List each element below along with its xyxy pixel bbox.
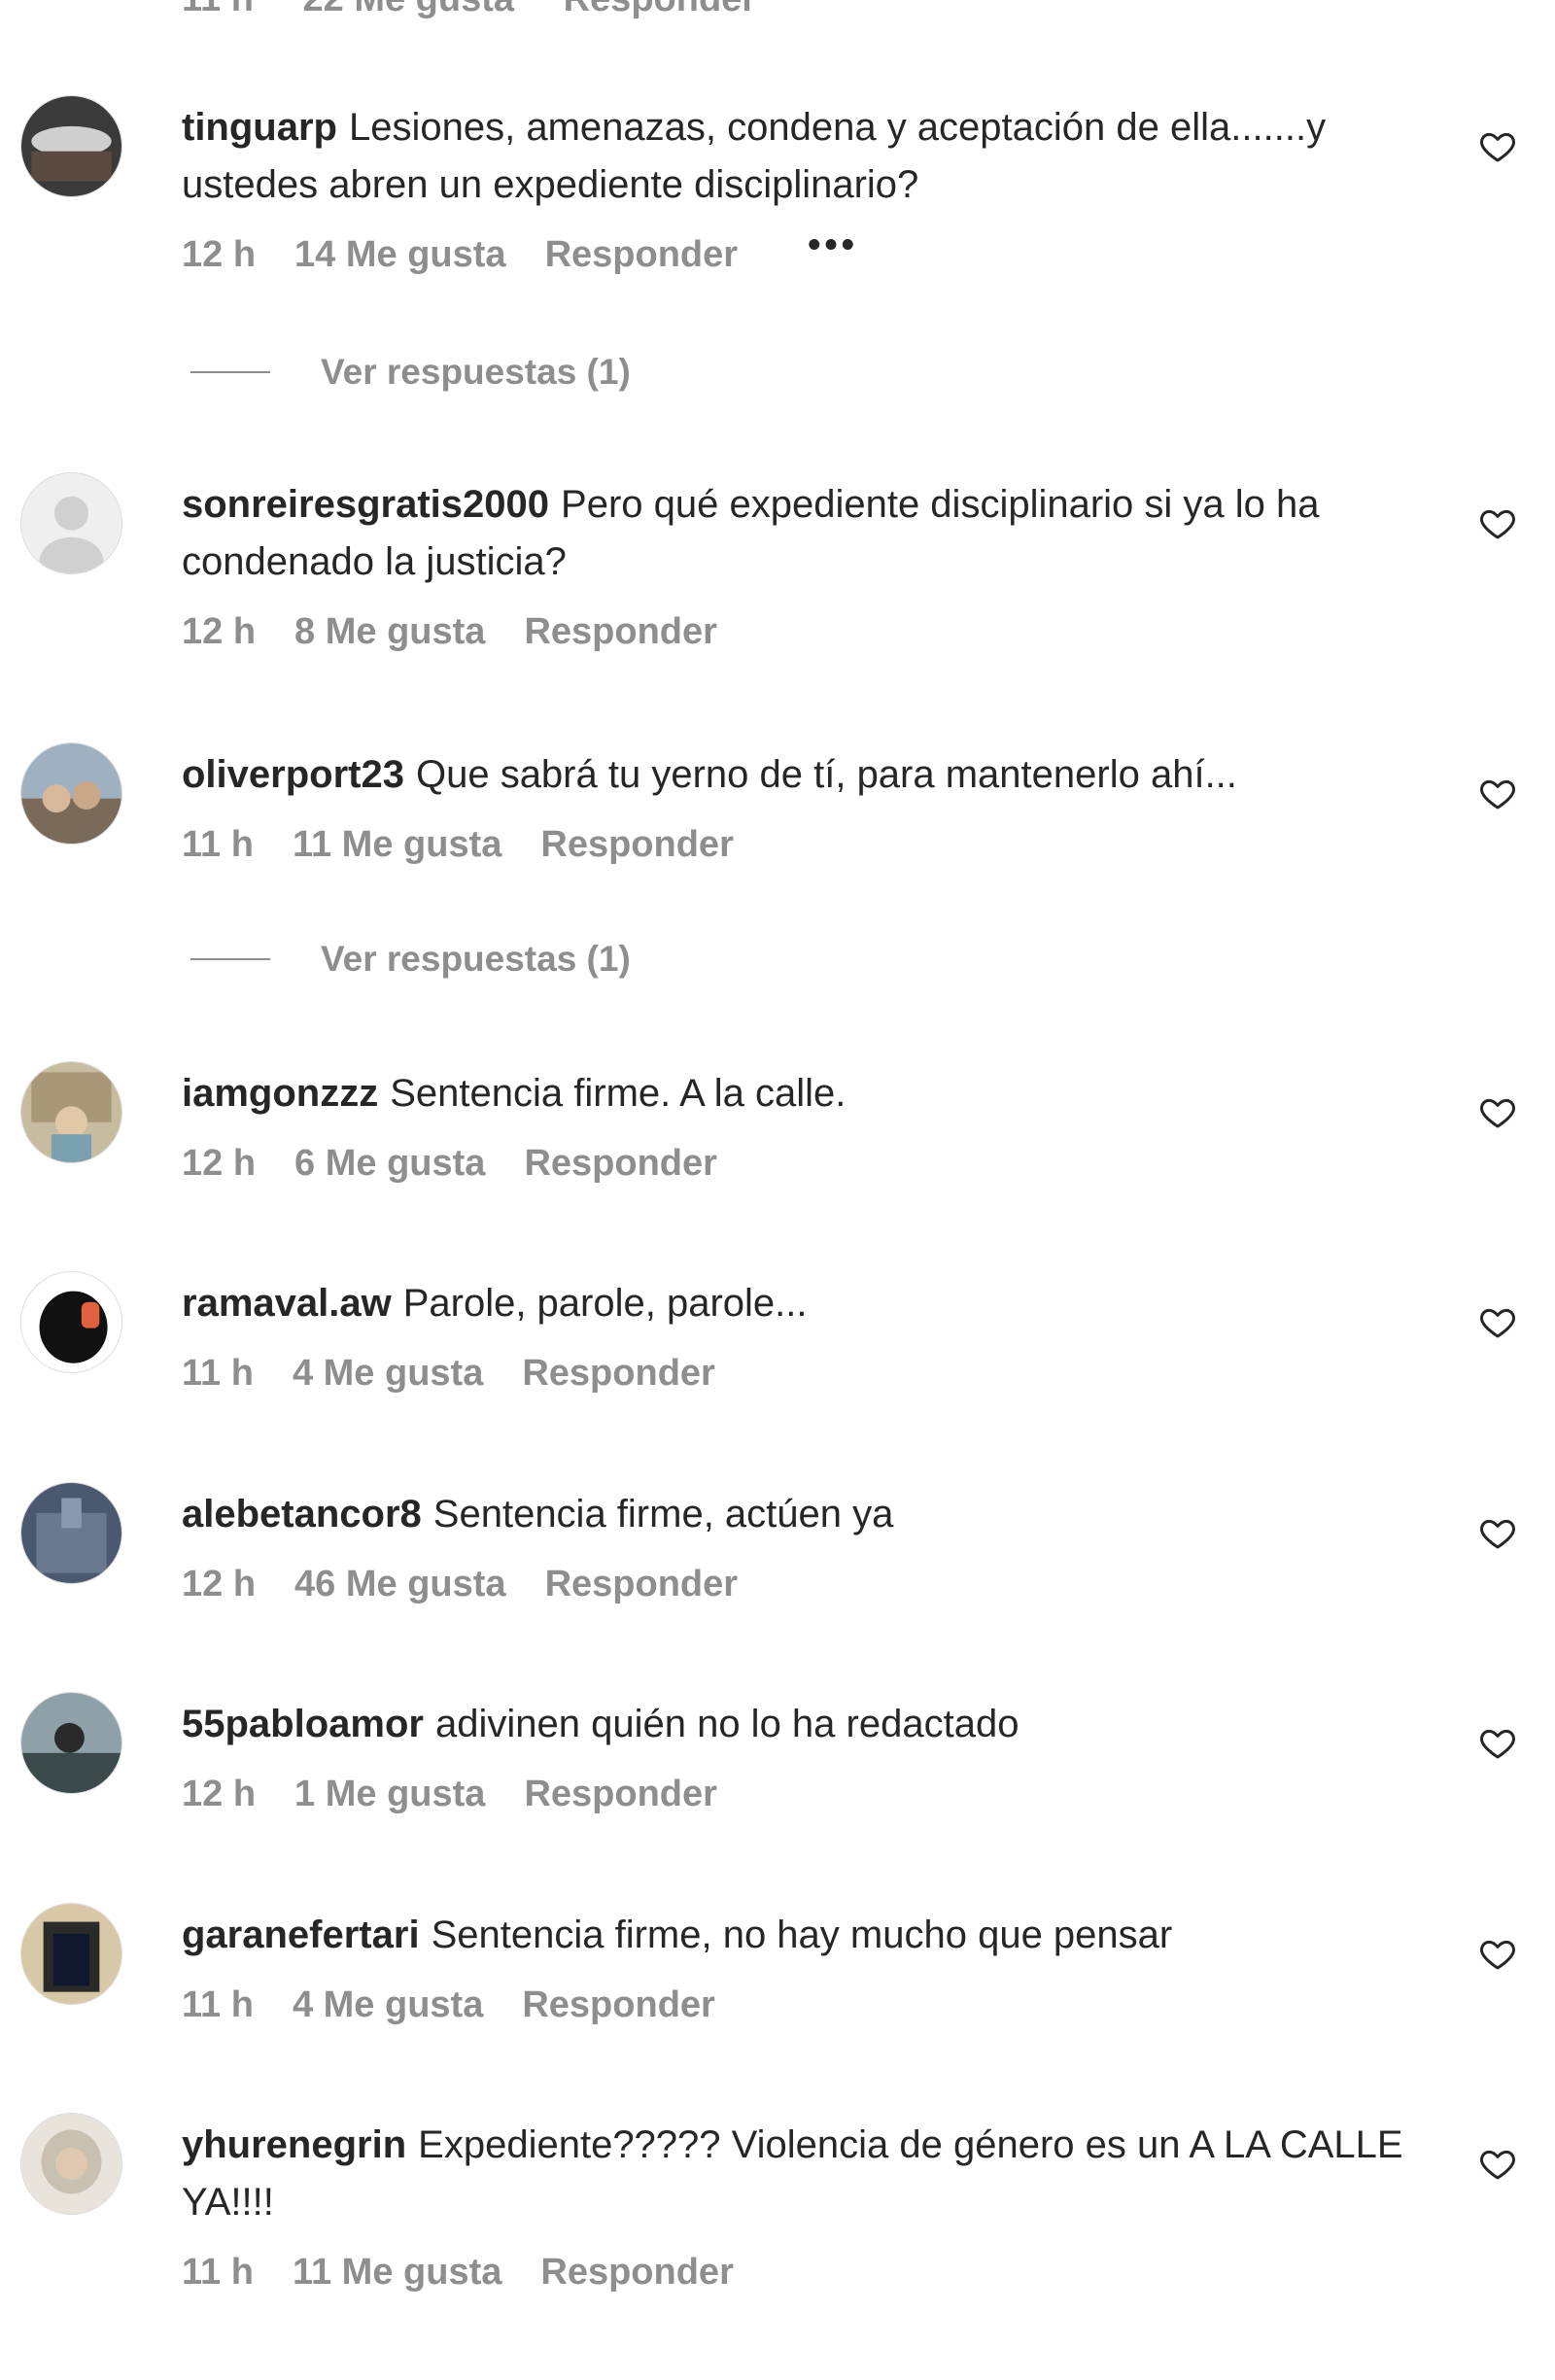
reply-button[interactable]: Responder (540, 823, 733, 866)
comment-username[interactable]: sonreiresgratis2000 (182, 483, 549, 526)
reply-button[interactable]: Responder (524, 1142, 716, 1185)
comment-meta: 12 h 1 Me gusta Responder (182, 1773, 1416, 1815)
comment-text: garanefertari Sentencia firme, no hay muc… (182, 1907, 1416, 1964)
heart-outline-icon[interactable] (1478, 126, 1517, 165)
comment-likes[interactable]: 11 Me gusta (293, 2251, 501, 2294)
comment-meta: 11 h 11 Me gusta Responder (182, 823, 1416, 866)
heart-outline-icon[interactable] (1478, 774, 1517, 812)
comment-time: 11 h (182, 1353, 254, 1394)
comment-text: oliverport23 Que sabrá tu yerno de tí, pa… (182, 746, 1416, 804)
divider (190, 371, 270, 373)
reply-button[interactable]: Responder (564, 0, 756, 19)
heart-outline-icon[interactable] (1478, 1513, 1517, 1552)
comment-meta: 11 h 11 Me gusta Responder (182, 2251, 1416, 2294)
comment-username[interactable]: alebetancor8 (182, 1493, 422, 1535)
comment-body: Sentencia firme, actúen ya (432, 1493, 894, 1535)
comment-username[interactable]: yhurenegrin (182, 2123, 406, 2166)
comment-username[interactable]: iamgonzzz (182, 1072, 378, 1115)
comment-username[interactable]: ramaval.aw (182, 1282, 392, 1325)
avatar[interactable] (20, 1482, 122, 1584)
comment-text: ramaval.aw Parole, parole, parole... (182, 1275, 1416, 1332)
comment-likes[interactable]: 8 Me gusta (294, 610, 485, 653)
comment-meta: 11 h 4 Me gusta Responder (182, 1352, 1416, 1395)
comment-time: 12 h (182, 1564, 257, 1604)
comment-body: Que sabrá tu yerno de tí, para mantenerl… (415, 753, 1237, 796)
comment-time: 11 h (182, 824, 254, 865)
reply-button[interactable]: Responder (545, 1563, 738, 1605)
heart-outline-icon[interactable] (1478, 1934, 1517, 1973)
reply-button[interactable]: Responder (524, 610, 716, 653)
comment-likes[interactable]: 6 Me gusta (294, 1142, 485, 1185)
comment-username[interactable]: oliverport23 (182, 753, 404, 796)
reply-button[interactable]: Responder (522, 1352, 714, 1395)
view-replies-button[interactable]: Ver respuestas (1) (190, 352, 631, 393)
comment-time: 12 h (182, 611, 257, 652)
comment-text: alebetancor8 Sentencia firme, actúen ya (182, 1486, 1416, 1543)
comment-meta: 12 h 8 Me gusta Responder (182, 610, 1416, 653)
comment-time: 11 h (182, 2252, 254, 2293)
comment-username[interactable]: garanefertari (182, 1914, 420, 1956)
comment-text: 55pabloamor adivinen quién no lo ha redac… (182, 1696, 1416, 1753)
heart-outline-icon[interactable] (1478, 1723, 1517, 1762)
comment-likes[interactable]: 4 Me gusta (293, 1983, 483, 2026)
comment-likes[interactable]: 22 Me gusta (303, 0, 515, 19)
comment-likes[interactable]: 14 Me gusta (294, 233, 506, 276)
more-options-icon[interactable]: ••• (808, 224, 858, 266)
comment-username[interactable]: 55pabloamor (182, 1703, 424, 1745)
comment-body: adivinen quién no lo ha redactado (434, 1703, 1019, 1745)
view-replies-label: Ver respuestas (1) (321, 939, 631, 979)
comment-meta: 12 h 6 Me gusta Responder (182, 1142, 1416, 1185)
heart-outline-icon[interactable] (1478, 503, 1517, 542)
comment-body: Sentencia firme. A la calle. (390, 1072, 847, 1115)
avatar[interactable] (20, 1271, 122, 1373)
heart-outline-icon[interactable] (1478, 2144, 1517, 2183)
heart-outline-icon[interactable] (1478, 1302, 1517, 1341)
avatar[interactable] (20, 1692, 122, 1794)
comment-body: Lesiones, amenazas, condena y aceptación… (182, 106, 1327, 206)
comment-username[interactable]: tinguarp (182, 106, 337, 149)
comment-time: 11 h (182, 0, 254, 19)
comment-time: 12 h (182, 234, 257, 275)
comment-text: sonreiresgratis2000 Pero qué expediente d… (182, 476, 1416, 591)
heart-outline-icon[interactable] (1478, 1092, 1517, 1131)
comment-time: 11 h (182, 1984, 254, 2025)
comment-likes[interactable]: 46 Me gusta (294, 1563, 506, 1605)
view-replies-label: Ver respuestas (1) (321, 352, 631, 392)
comment-time: 12 h (182, 1143, 257, 1184)
avatar[interactable] (20, 2113, 122, 2215)
comment-likes[interactable]: 4 Me gusta (293, 1352, 483, 1395)
avatar[interactable] (20, 1061, 122, 1163)
comment-text: tinguarp Lesiones, amenazas, condena y ac… (182, 99, 1416, 214)
comment-meta: 11 h 4 Me gusta Responder (182, 1983, 1416, 2026)
reply-button[interactable]: Responder (545, 233, 738, 276)
reply-button[interactable]: Responder (524, 1773, 716, 1815)
reply-button[interactable]: Responder (522, 1983, 714, 2026)
comment-time: 12 h (182, 1774, 257, 1814)
avatar[interactable] (20, 1903, 122, 2005)
comment-body: Parole, parole, parole... (402, 1282, 808, 1325)
partial-comment-meta: 11 h 22 Me gusta Responder (182, 0, 795, 20)
comment-meta: 12 h 46 Me gusta Responder (182, 1563, 1416, 1605)
comment-likes[interactable]: 11 Me gusta (293, 823, 501, 866)
comment-meta: 12 h 14 Me gusta Responder ••• (182, 224, 1416, 276)
comment-likes[interactable]: 1 Me gusta (294, 1773, 485, 1815)
avatar[interactable] (20, 742, 122, 845)
view-replies-button[interactable]: Ver respuestas (1) (190, 939, 631, 980)
comment-text: iamgonzzz Sentencia firme. A la calle. (182, 1065, 1416, 1122)
comment-body: Sentencia firme, no hay mucho que pensar (431, 1914, 1173, 1956)
avatar[interactable] (20, 472, 122, 574)
divider (190, 958, 270, 960)
reply-button[interactable]: Responder (540, 2251, 733, 2294)
comment-text: yhurenegrin Expediente????? Violencia de … (182, 2117, 1416, 2231)
avatar[interactable] (20, 95, 122, 197)
